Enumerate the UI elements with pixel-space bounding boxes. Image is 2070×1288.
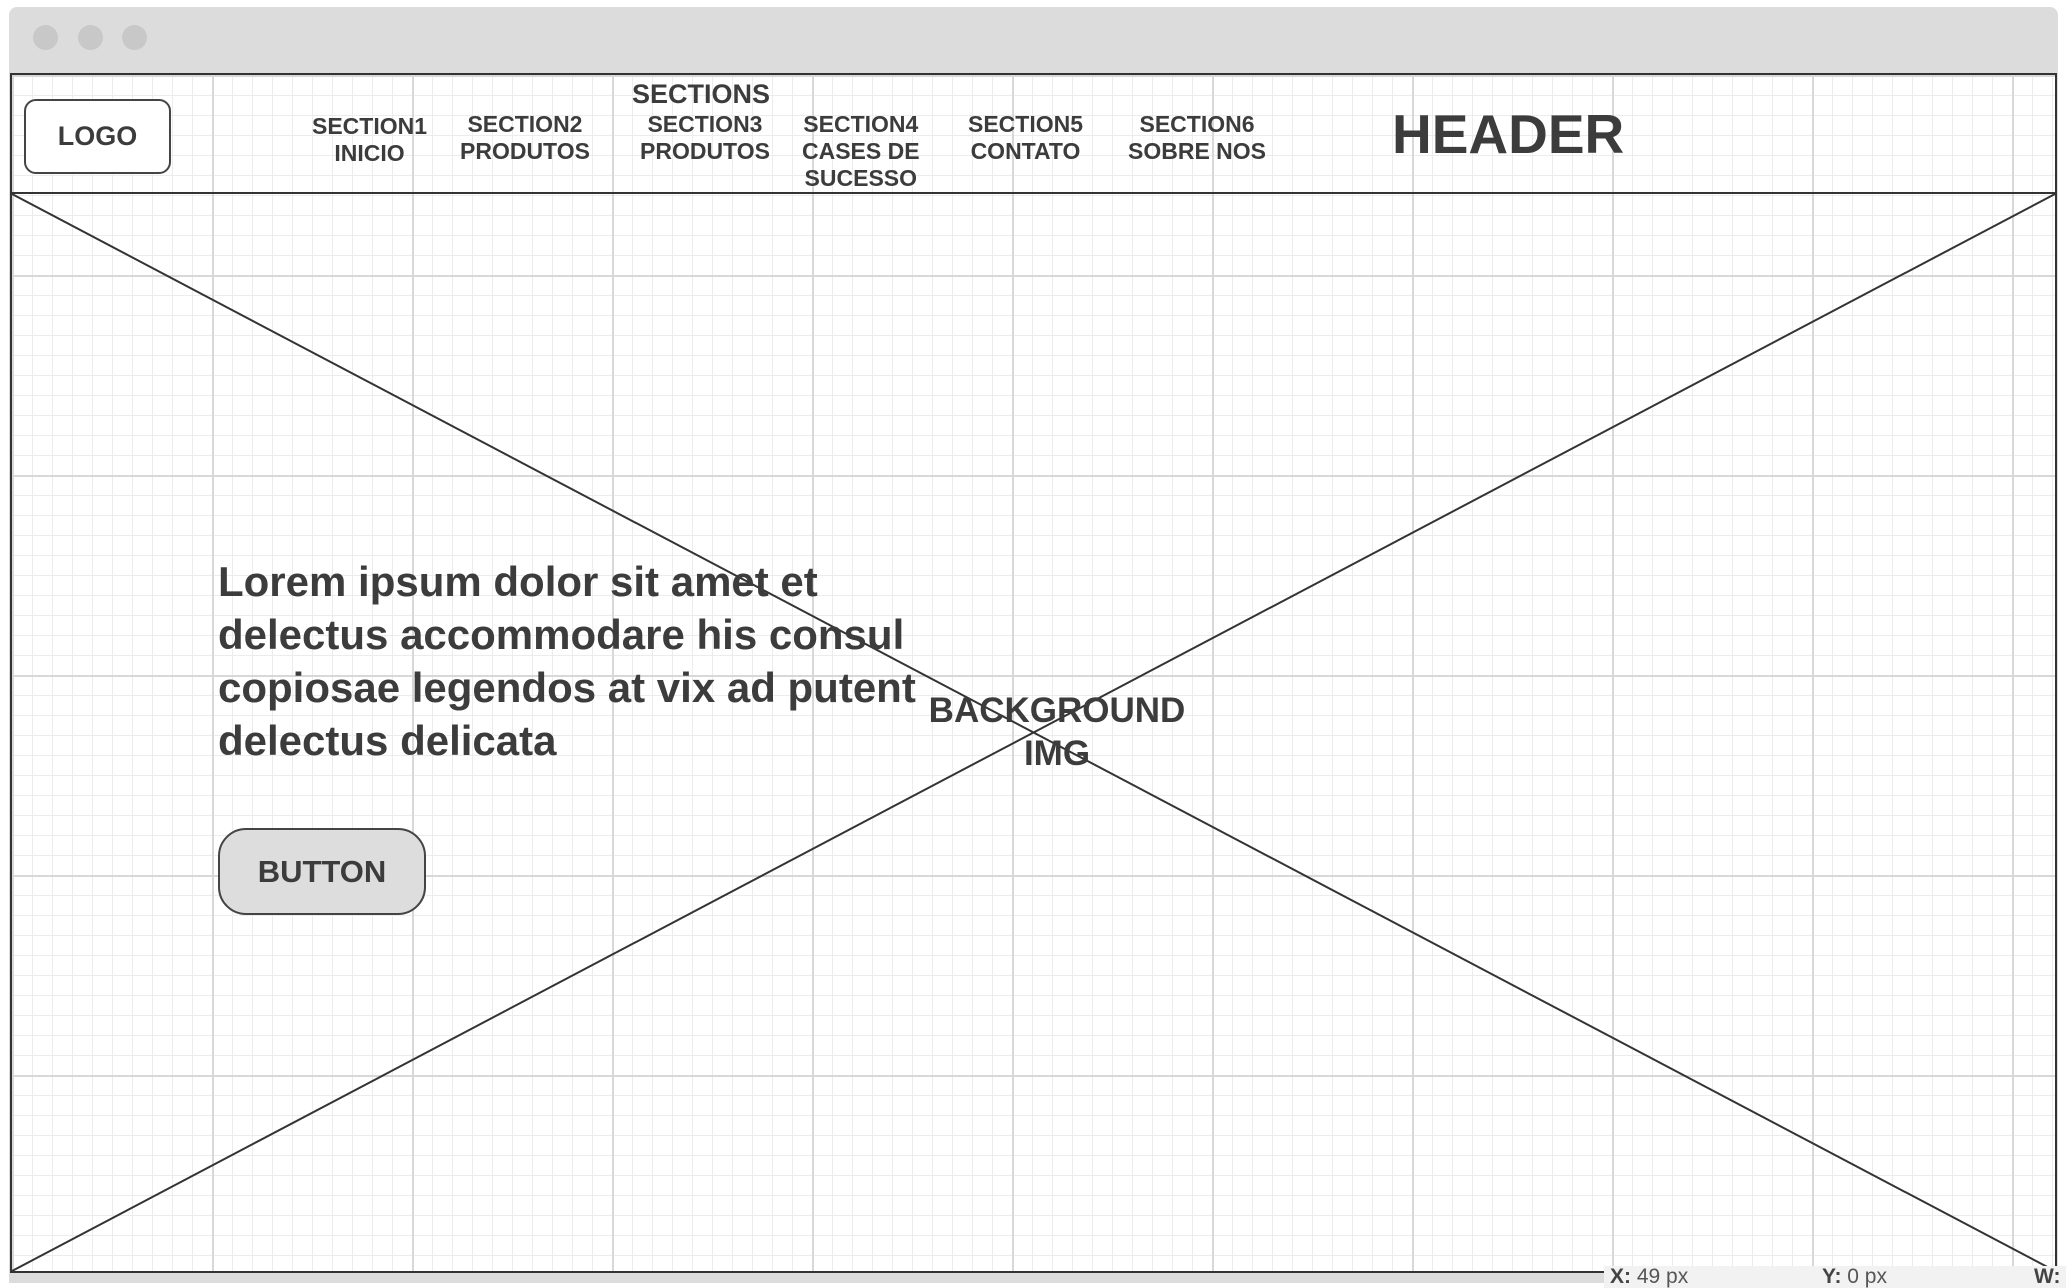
hero-text: Lorem ipsum dolor sit amet et delectus a… (218, 558, 916, 764)
y-coordinate-readout: Y: 0 px (1822, 1265, 1887, 1288)
header-title: HEADER (1392, 103, 1625, 165)
x-coordinate-readout: X: 49 px (1610, 1265, 1689, 1288)
nav-item-section3[interactable]: SECTION3 PRODUTOS (640, 111, 770, 165)
window-titlebar (9, 7, 2058, 73)
nav-item-sublabel: CONTATO (970, 138, 1081, 164)
hero-button[interactable]: BUTTON (218, 828, 426, 915)
nav-item-label: SECTION1 (312, 113, 428, 139)
logo[interactable]: LOGO (24, 99, 171, 174)
nav-item-sublabel: INICIO (334, 140, 405, 166)
nav-item-label: SECTION2 (467, 111, 583, 137)
maximize-window-dot-icon[interactable] (122, 25, 147, 50)
close-window-dot-icon[interactable] (33, 25, 58, 50)
nav-item-label: SECTION3 (647, 111, 763, 137)
width-readout: W: (2034, 1265, 2061, 1288)
nav-item-sublabel-2: SUCESSO (804, 165, 918, 191)
background-label-line: IMG (1023, 734, 1091, 773)
nav-item-section2[interactable]: SECTION2 PRODUTOS (460, 111, 590, 165)
nav-item-section6[interactable]: SECTION6 SOBRE NOS (1128, 111, 1266, 165)
nav-item-section5[interactable]: SECTION5 CONTATO (968, 111, 1083, 165)
nav-item-section1[interactable]: SECTION1 INICIO (312, 113, 427, 167)
sections-label: SECTIONS (632, 79, 771, 109)
nav-item-label: SECTION5 (968, 111, 1084, 137)
status-bar: X: 49 px Y: 0 px W: (1604, 1266, 2066, 1288)
header-bar: LOGO SECTION1 INICIO SECTION2 PRODUTOS S… (12, 75, 2055, 194)
nav-item-label: SECTION6 (1139, 111, 1255, 137)
background-image-label: BACKGROUND IMG (917, 689, 1197, 775)
nav-item-section4[interactable]: SECTION4 CASES DE SUCESSO (802, 111, 920, 192)
nav-item-sublabel: CASES DE (802, 138, 920, 164)
wireframe-canvas: LOGO SECTION1 INICIO SECTION2 PRODUTOS S… (10, 73, 2057, 1273)
nav-item-label: SECTION4 (803, 111, 919, 137)
background-label-line: BACKGROUND (928, 691, 1186, 730)
nav-item-sublabel: PRODUTOS (640, 138, 770, 164)
minimize-window-dot-icon[interactable] (78, 25, 103, 50)
nav-item-sublabel: PRODUTOS (460, 138, 590, 164)
nav-item-sublabel: SOBRE NOS (1128, 138, 1267, 164)
